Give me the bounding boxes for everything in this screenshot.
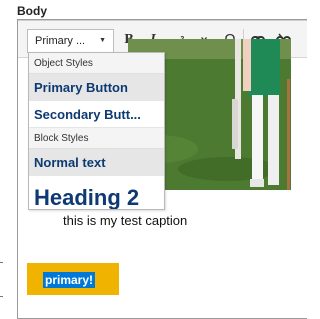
styles-dropdown[interactable]: Primary ... ▼ [27, 29, 114, 53]
menu-group-block-styles: Block Styles [29, 128, 164, 149]
side-marker [0, 262, 3, 263]
chevron-down-icon: ▼ [99, 37, 106, 44]
menu-group-object-styles: Object Styles [29, 53, 164, 74]
menu-item-heading-2[interactable]: Heading 2 [29, 176, 164, 209]
image-caption[interactable]: this is my test caption [63, 213, 187, 228]
styles-dropdown-menu: Object Styles Primary Button Secondary B… [28, 52, 165, 210]
menu-item-normal-text[interactable]: Normal text [29, 149, 164, 176]
menu-item-secondary-button[interactable]: Secondary Butt... [29, 101, 164, 128]
primary-styled-button[interactable]: primary! [27, 263, 119, 295]
styles-dropdown-value: Primary ... [35, 35, 86, 47]
primary-button-text[interactable]: primary! [43, 272, 96, 288]
side-marker [0, 296, 3, 297]
body-field-label: Body [17, 4, 47, 18]
menu-item-primary-button[interactable]: Primary Button [29, 74, 164, 101]
